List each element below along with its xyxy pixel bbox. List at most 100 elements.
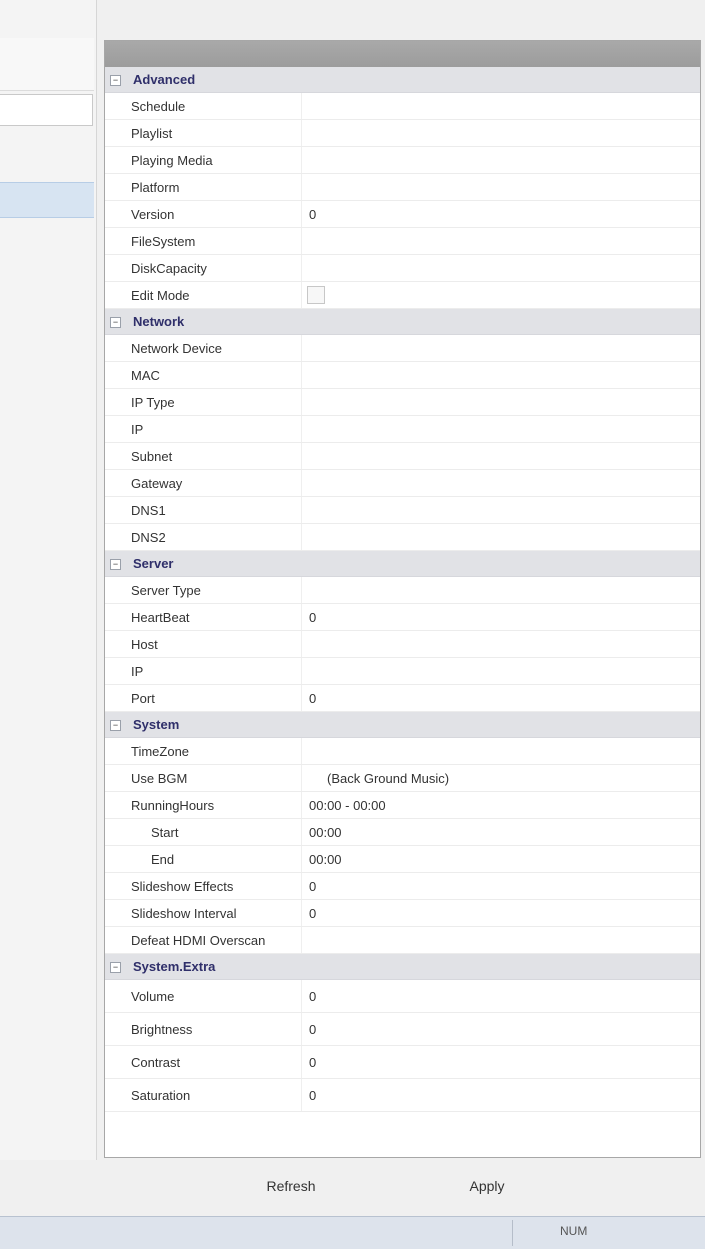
prop-start[interactable]: Start 00:00 xyxy=(105,819,700,846)
prop-name: Server Type xyxy=(131,583,201,598)
prop-gateway[interactable]: Gateway xyxy=(105,470,700,497)
prop-timezone[interactable]: TimeZone xyxy=(105,738,700,765)
prop-port[interactable]: Port 0 xyxy=(105,685,700,712)
prop-contrast[interactable]: Contrast 0 xyxy=(105,1046,700,1079)
prop-platform[interactable]: Platform xyxy=(105,174,700,201)
prop-value[interactable]: 0 xyxy=(309,879,692,894)
prop-name: Host xyxy=(131,637,158,652)
prop-mac[interactable]: MAC xyxy=(105,362,700,389)
category-label: Advanced xyxy=(133,72,196,87)
collapse-icon[interactable]: − xyxy=(110,962,121,973)
prop-network-device[interactable]: Network Device xyxy=(105,335,700,362)
prop-value[interactable]: 0 xyxy=(309,1055,692,1070)
prop-name: IP Type xyxy=(131,395,175,410)
prop-ip-type[interactable]: IP Type xyxy=(105,389,700,416)
prop-filesystem[interactable]: FileSystem xyxy=(105,228,700,255)
prop-name: Schedule xyxy=(131,99,186,114)
apply-button[interactable]: Apply xyxy=(452,1170,522,1200)
edit-mode-checkbox[interactable] xyxy=(307,286,325,304)
prop-defeat-hdmi-overscan[interactable]: Defeat HDMI Overscan xyxy=(105,927,700,954)
prop-value[interactable]: 00:00 xyxy=(309,825,692,840)
prop-name: Volume xyxy=(131,989,175,1004)
status-bar xyxy=(0,1216,705,1249)
prop-name: Network Device xyxy=(131,341,223,356)
prop-dns2[interactable]: DNS2 xyxy=(105,524,700,551)
prop-name: Edit Mode xyxy=(131,288,190,303)
prop-diskcapacity[interactable]: DiskCapacity xyxy=(105,255,700,282)
prop-name: MAC xyxy=(131,368,160,383)
prop-name: IP xyxy=(131,664,144,679)
category-network[interactable]: − Network xyxy=(105,309,700,335)
prop-value[interactable]: 0 xyxy=(309,1022,692,1037)
left-pane xyxy=(0,0,97,1160)
prop-name: Gateway xyxy=(131,476,183,491)
prop-end[interactable]: End 00:00 xyxy=(105,846,700,873)
prop-name: Slideshow Effects xyxy=(131,879,234,894)
prop-subnet[interactable]: Subnet xyxy=(105,443,700,470)
prop-ip[interactable]: IP xyxy=(105,416,700,443)
prop-host[interactable]: Host xyxy=(105,631,700,658)
category-advanced[interactable]: − Advanced xyxy=(105,67,700,93)
prop-name: Version xyxy=(131,207,175,222)
prop-server-ip[interactable]: IP xyxy=(105,658,700,685)
prop-name: IP xyxy=(131,422,144,437)
prop-name: Port xyxy=(131,691,155,706)
category-label: System.Extra xyxy=(133,959,216,974)
left-header xyxy=(0,38,94,91)
prop-name: HeartBeat xyxy=(131,610,190,625)
prop-runninghours[interactable]: RunningHours 00:00 - 00:00 xyxy=(105,792,700,819)
collapse-icon[interactable]: − xyxy=(110,317,121,328)
prop-value[interactable]: 00:00 - 00:00 xyxy=(309,798,692,813)
prop-value[interactable]: (Back Ground Music) xyxy=(327,771,692,786)
prop-use-bgm[interactable]: Use BGM (Back Ground Music) xyxy=(105,765,700,792)
collapse-icon[interactable]: − xyxy=(110,559,121,570)
prop-slideshow-effects[interactable]: Slideshow Effects 0 xyxy=(105,873,700,900)
prop-name: RunningHours xyxy=(131,798,215,813)
prop-dns1[interactable]: DNS1 xyxy=(105,497,700,524)
prop-name: Subnet xyxy=(131,449,173,464)
prop-value[interactable]: 0 xyxy=(309,989,692,1004)
prop-name: Contrast xyxy=(131,1055,181,1070)
prop-saturation[interactable]: Saturation 0 xyxy=(105,1079,700,1112)
prop-name: Saturation xyxy=(131,1088,191,1103)
prop-brightness[interactable]: Brightness 0 xyxy=(105,1013,700,1046)
prop-playing-media[interactable]: Playing Media xyxy=(105,147,700,174)
prop-name: FileSystem xyxy=(131,234,196,249)
category-server[interactable]: − Server xyxy=(105,551,700,577)
prop-playlist[interactable]: Playlist xyxy=(105,120,700,147)
prop-value[interactable]: 0 xyxy=(309,906,692,921)
prop-volume[interactable]: Volume 0 xyxy=(105,980,700,1013)
left-input-field[interactable] xyxy=(0,94,93,126)
refresh-button[interactable]: Refresh xyxy=(256,1170,326,1200)
prop-name: Start xyxy=(151,825,179,840)
prop-value[interactable]: 0 xyxy=(309,1088,692,1103)
prop-name: Brightness xyxy=(131,1022,193,1037)
prop-name: DiskCapacity xyxy=(131,261,207,276)
left-selected-item[interactable] xyxy=(0,182,94,218)
prop-value[interactable]: 00:00 xyxy=(309,852,692,867)
collapse-icon[interactable]: − xyxy=(110,720,121,731)
category-label: Network xyxy=(133,314,185,329)
prop-name: Use BGM xyxy=(131,771,188,786)
prop-server-type[interactable]: Server Type xyxy=(105,577,700,604)
prop-value[interactable]: 0 xyxy=(309,691,692,706)
prop-value[interactable]: 0 xyxy=(309,207,692,222)
collapse-icon[interactable]: − xyxy=(110,75,121,86)
prop-version[interactable]: Version 0 xyxy=(105,201,700,228)
grid-header xyxy=(105,41,700,67)
prop-edit-mode[interactable]: Edit Mode xyxy=(105,282,700,309)
num-lock-indicator: NUM xyxy=(560,1224,588,1238)
category-label: Server xyxy=(133,556,174,571)
prop-schedule[interactable]: Schedule xyxy=(105,93,700,120)
prop-heartbeat[interactable]: HeartBeat 0 xyxy=(105,604,700,631)
status-divider xyxy=(512,1220,513,1246)
category-system-extra[interactable]: − System.Extra xyxy=(105,954,700,980)
prop-name: DNS2 xyxy=(131,530,166,545)
prop-slideshow-interval[interactable]: Slideshow Interval 0 xyxy=(105,900,700,927)
property-grid: − Advanced Schedule Playlist Playing Med… xyxy=(104,40,701,1158)
prop-name: Slideshow Interval xyxy=(131,906,237,921)
prop-name: Playlist xyxy=(131,126,173,141)
prop-name: Playing Media xyxy=(131,153,213,168)
prop-value[interactable]: 0 xyxy=(309,610,692,625)
category-system[interactable]: − System xyxy=(105,712,700,738)
